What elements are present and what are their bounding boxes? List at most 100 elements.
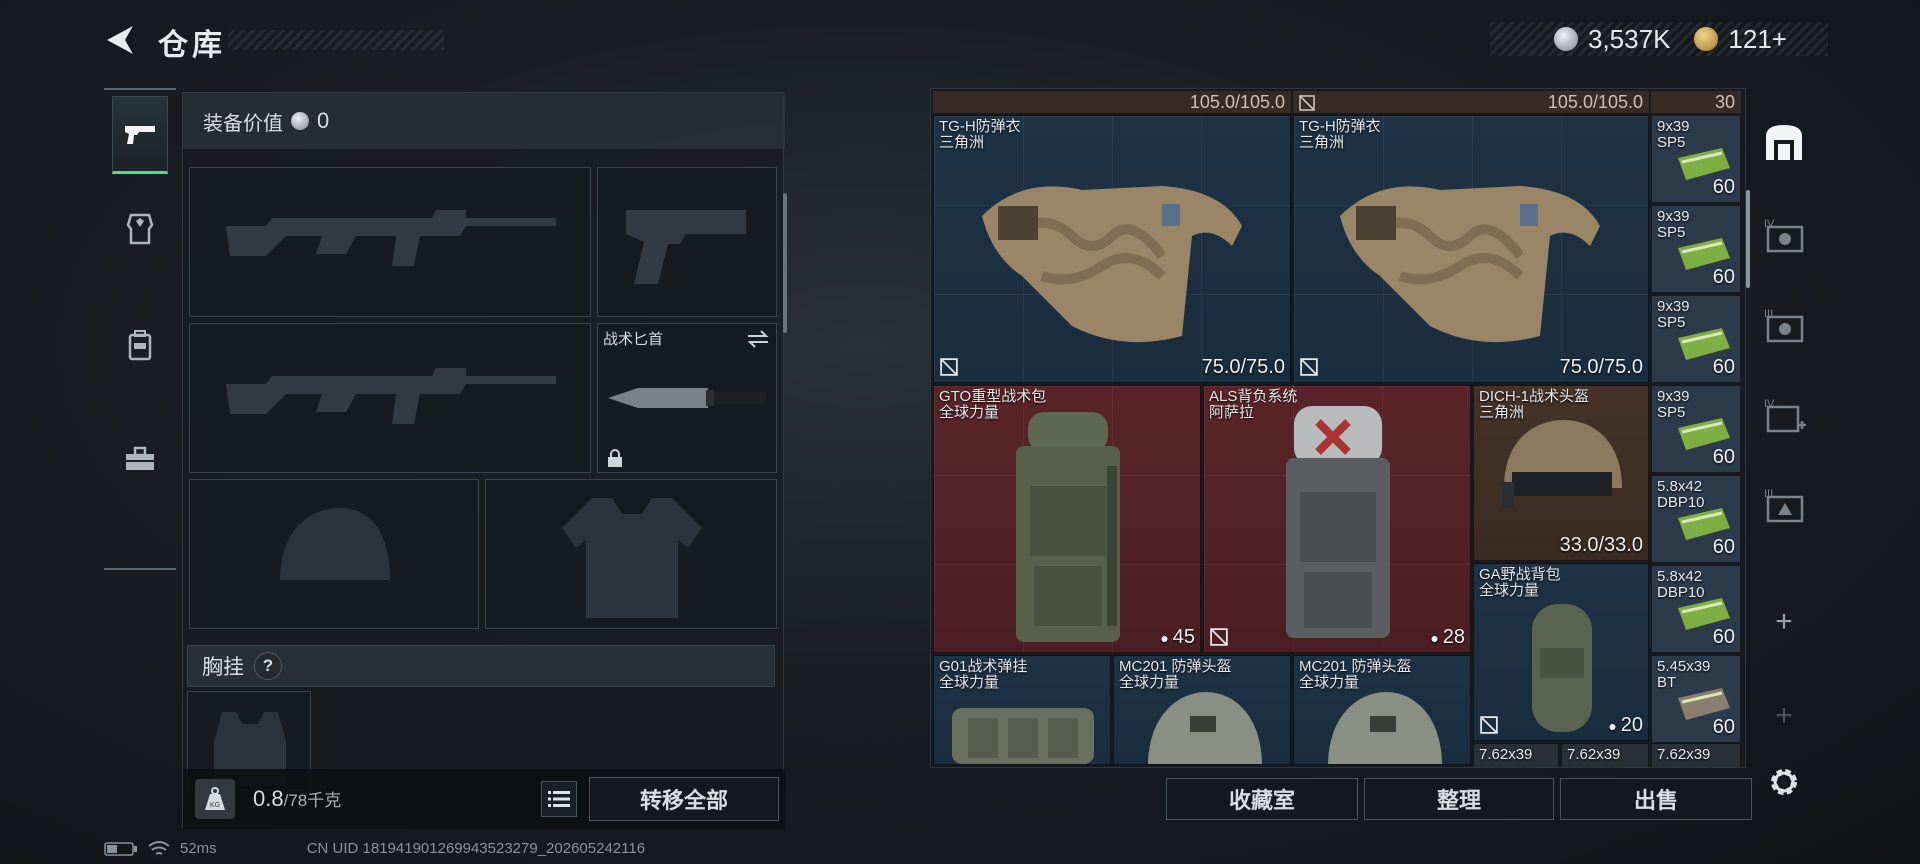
ammo-count: 60 [1712, 536, 1735, 558]
add-stash-button[interactable]: + [1760, 598, 1808, 646]
weight-icon: ● [1608, 718, 1621, 734]
ammo-count: 60 [1712, 626, 1735, 648]
item-name: GA野战背包 全球力量 [1479, 566, 1561, 599]
rifle-silhouette-icon [226, 368, 556, 424]
item-name: TG-H防弹衣 三角洲 [1299, 118, 1381, 151]
help-button[interactable]: ? [254, 652, 282, 680]
settings-button[interactable] [1760, 758, 1808, 806]
tier-label: IV [1764, 218, 1775, 230]
list-view-button[interactable] [541, 781, 577, 817]
stash-tab-4[interactable]: IV [1760, 212, 1808, 260]
pistol-slot[interactable] [597, 167, 777, 317]
battery-icon [104, 841, 137, 856]
item-name: ALS背负系统 阿萨拉 [1209, 388, 1298, 421]
stash-item-ammo[interactable]: 9x39 SP5 60 [1651, 295, 1741, 383]
stash-tab-3[interactable]: III [1760, 302, 1808, 350]
stash-item-ammo[interactable]: 5.45x39 BT 60 [1651, 655, 1741, 743]
equipment-value-label: 装备价值 [203, 112, 283, 135]
helmet-icon [1502, 420, 1622, 508]
ammo-count: 60 [1712, 446, 1735, 468]
warehouse-tab[interactable] [1760, 118, 1808, 166]
stash-item-ammo[interactable]: 7.62x39 [1473, 743, 1559, 767]
stash-item-ammo[interactable]: 7.62x39 [1561, 743, 1649, 767]
ammo-name: 7.62x39 [1657, 746, 1711, 763]
token-balance[interactable]: 121+ [1728, 24, 1787, 55]
plus-icon: + [1775, 605, 1793, 638]
page-title: 仓库 [158, 29, 226, 62]
list-icon [548, 791, 570, 807]
add-stash-button-disabled[interactable]: + [1760, 692, 1808, 740]
stash-item-backpack[interactable]: GA野战背包 全球力量 ● 20 [1473, 563, 1649, 741]
body-armor-icon [982, 186, 1242, 343]
stash-item-backpack[interactable]: ALS背负系统 阿萨拉 ● 28 [1203, 385, 1471, 653]
tier-label: III [1764, 308, 1773, 320]
tab-armor[interactable] [112, 190, 168, 268]
stash-grid: 105.0/105.0 105.0/105.0 30 TG-H防弹衣 三角洲 75… [933, 91, 1745, 767]
tab-weapons[interactable] [112, 96, 168, 174]
stash-item-ammo[interactable]: 9x39 SP5 60 [1651, 205, 1741, 293]
stash-tab-3b[interactable]: III [1760, 482, 1808, 530]
stash-item-vest[interactable]: TG-H防弹衣 三角洲 75.0/75.0 [933, 115, 1291, 383]
tab-backpack[interactable] [112, 306, 168, 384]
equipment-scrollbar[interactable] [783, 193, 787, 333]
status-bar: 52ms CN UID 181941901269943523279_202605… [104, 840, 645, 857]
stash-box-icon: III [1764, 308, 1804, 343]
chest-rig-header: 胸挂 ? [187, 645, 775, 687]
back-button[interactable] [100, 22, 140, 58]
stash-item-ammo[interactable]: 9x39 SP5 60 [1651, 115, 1741, 203]
weight-icon-text: KG [210, 802, 220, 809]
ammo-name: 7.62x39 [1479, 746, 1533, 763]
storage-scrollbar[interactable] [1746, 190, 1750, 288]
item-name: GTO重型战术包 全球力量 [939, 388, 1047, 421]
no-insure-icon [1210, 628, 1228, 646]
item-name: G01战术弹挂 全球力量 [939, 658, 1028, 691]
sell-button[interactable]: 出售 [1560, 778, 1752, 820]
armor-icon [126, 213, 154, 245]
item-capacity: ● 20 [1608, 714, 1643, 736]
secondary-weapon-slot[interactable] [189, 323, 591, 473]
stash-item-ammo[interactable]: 5.8x42 DBP10 60 [1651, 565, 1741, 653]
primary-weapon-slot[interactable] [189, 167, 591, 317]
equipment-value: 0 [317, 108, 330, 133]
wifi-icon [148, 840, 170, 855]
transfer-all-button[interactable]: 转移全部 [589, 777, 779, 821]
coin-balance: 3,537K [1588, 23, 1671, 54]
vest-silhouette-icon [562, 498, 702, 618]
item-durability-label: 105.0/105.0 [1293, 91, 1649, 113]
item-count-label: 30 [1651, 91, 1741, 113]
coin-icon [1554, 27, 1578, 51]
helmet-silhouette-icon [280, 508, 390, 580]
stash-item-helmet[interactable]: DICH-1战术头盔 三角洲 33.0/33.0 [1473, 385, 1649, 561]
stash-item-ammo[interactable]: 7.62x39 [1651, 743, 1741, 767]
lock-icon [608, 449, 622, 467]
tier-label: IV [1764, 398, 1775, 410]
sort-button[interactable]: 整理 [1364, 778, 1554, 820]
no-insure-icon [1300, 358, 1318, 376]
collection-room-button[interactable]: 收藏室 [1166, 778, 1358, 820]
body-armor-slot[interactable] [485, 479, 777, 629]
stash-item-vest[interactable]: TG-H防弹衣 三角洲 75.0/75.0 [1293, 115, 1649, 383]
no-insure-icon [1299, 95, 1315, 111]
storage-sidebar: IV III IV III + + [1752, 88, 1816, 768]
stash-item-backpack[interactable]: GTO重型战术包 全球力量 ● 45 [933, 385, 1201, 653]
knife-slot[interactable]: 战术匕首 [597, 323, 777, 473]
item-name: DICH-1战术头盔 三角洲 [1479, 388, 1590, 421]
weight-icon: KG [195, 779, 235, 819]
stash-item-chest-rig[interactable]: G01战术弹挂 全球力量 [933, 655, 1111, 765]
stash-item-ammo[interactable]: 9x39 SP5 60 [1651, 385, 1741, 473]
stash-tab-4b[interactable]: IV [1760, 392, 1808, 440]
body-armor-icon [1340, 186, 1600, 343]
stash-item-helmet[interactable]: MC201 防弹头盔 全球力量 [1113, 655, 1291, 765]
stash-item-helmet[interactable]: MC201 防弹头盔 全球力量 [1293, 655, 1471, 765]
stash-item-ammo[interactable]: 5.8x42 DBP10 60 [1651, 475, 1741, 563]
tab-toolbox[interactable] [112, 420, 168, 498]
helmet-icon [1328, 692, 1442, 764]
chest-rig-icon [952, 708, 1094, 764]
knife-icon [608, 388, 766, 408]
stash-box-add-icon: IV [1764, 398, 1806, 433]
no-insure-icon [940, 358, 958, 376]
tier-label: III [1764, 488, 1773, 500]
pistol-icon [125, 126, 155, 144]
item-durability: 33.0/33.0 [1559, 534, 1643, 556]
helmet-slot[interactable] [189, 479, 479, 629]
